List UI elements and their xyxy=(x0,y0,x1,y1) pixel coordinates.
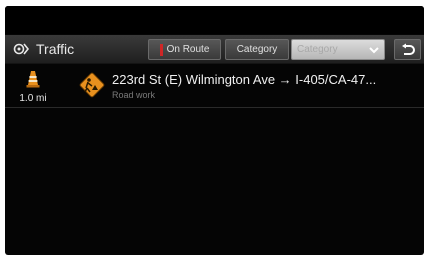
traffic-event-row[interactable]: 1.0 mi 223rd St (E) Wilmington Ave → I-4… xyxy=(5,66,424,108)
on-route-label: On Route xyxy=(166,44,210,55)
category-label: Category xyxy=(236,44,278,55)
back-button[interactable] xyxy=(394,39,421,60)
event-title: 223rd St (E) Wilmington Ave → I-405/CA-4… xyxy=(112,72,377,87)
page-title: Traffic xyxy=(36,41,75,57)
road-work-icon xyxy=(79,72,105,98)
category-button[interactable]: Category xyxy=(225,39,289,60)
on-route-button[interactable]: On Route xyxy=(148,39,221,60)
event-type: Road work xyxy=(112,90,156,100)
on-route-indicator xyxy=(159,43,163,56)
page-title-group: Traffic xyxy=(13,39,74,59)
category-dropdown[interactable]: Category xyxy=(291,39,385,60)
traffic-cone-icon xyxy=(26,71,40,88)
status-bar xyxy=(5,6,424,34)
screen: Traffic On Route Category Category 1.0 m… xyxy=(5,6,424,255)
event-distance: 1.0 mi xyxy=(19,93,47,104)
traffic-icon xyxy=(13,43,30,55)
dropdown-value: Category xyxy=(297,44,338,55)
back-arrow-icon xyxy=(401,43,415,55)
header-bar: Traffic On Route Category Category xyxy=(5,35,424,64)
chevron-down-icon xyxy=(369,47,379,54)
